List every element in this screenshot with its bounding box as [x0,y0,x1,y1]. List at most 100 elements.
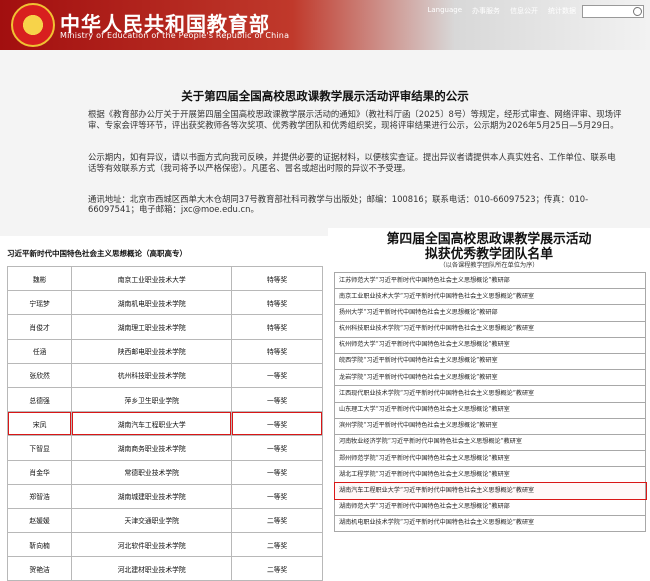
awards-title: 习近平新时代中国特色社会主义思想概论（高职高专） [7,249,187,258]
list-item: 湖南机电职业技术学院“习近平新时代中国特色社会主义思想概论”教研室 [334,514,646,533]
award-cell: 一等奖 [231,435,323,461]
team-cell: 杭州师范大学“习近平新时代中国特色社会主义思想概论”教研室 [334,336,646,354]
table-row: 总德强 萍乡卫生职业学院 一等奖 [6,386,323,413]
teams-panel: 第四届全国高校思政课教学展示活动 拟获优秀教学团队名单 （以各课程教学团队所在单… [328,228,650,533]
team-cell: 江西现代职业技术学院“习近平新时代中国特色社会主义思想概论”教研室 [334,385,646,403]
school-cell: 湖南城建职业技术学院 [71,483,233,509]
school-cell: 萍乡卫生职业学院 [71,386,233,413]
team-cell: 龙岩学院“习近平新时代中国特色社会主义思想概论”教研室 [334,369,646,387]
list-item: 杭州师范大学“习近平新时代中国特色社会主义思想概论”教研室 [334,336,646,354]
school-cell: 河北软件职业技术学院 [71,532,233,558]
award-cell: 二等奖 [231,532,323,558]
list-item: 江苏师范大学“习近平新时代中国特色社会主义思想概论”教研部 [334,271,646,290]
awards-panel: 习近平新时代中国特色社会主义思想概论（高职高专） 魏彬 南京工业职业技术大学 特等奖… [3,242,323,581]
site-subtitle: Ministry of Education of the People's Re… [60,31,290,40]
award-cell: 特等奖 [231,338,323,364]
notice-paragraph-1: 根据《教育部办公厅关于开展第四届全国高校思政课教学展示活动的通知》（教社科厅函〔… [88,109,622,130]
award-cell: 特等奖 [231,314,323,340]
national-emblem-icon [11,3,55,47]
table-row: 张欣然 杭州科技职业技术学院 一等奖 [6,362,323,388]
name-cell: 下智显 [6,435,73,461]
site-header: 中华人民共和国教育部 Ministry of Education of the … [0,0,650,50]
table-row: 下智显 湖南商务职业技术学院 一等奖 [6,435,323,461]
list-item: 江西现代职业技术学院“习近平新时代中国特色社会主义思想概论”教研室 [334,385,646,403]
award-cell: 一等奖 [231,362,323,388]
table-row-highlighted: 宋凤 湖南汽车工程职业大学 一等奖 [6,411,323,437]
school-cell: 湖南商务职业技术学院 [71,435,233,461]
list-item: 扬州大学“习近平新时代中国特色社会主义思想概论”教研部 [334,304,646,322]
list-item: 河南牧业经济学院“习近平新时代中国特色社会主义思想概论”教研室 [334,433,646,452]
award-cell: 特等奖 [231,265,323,292]
table-row: 魏彬 南京工业职业技术大学 特等奖 [6,265,323,292]
award-cell: 二等奖 [231,556,323,581]
name-cell: 肖俊才 [6,314,73,340]
search-input[interactable] [582,5,644,18]
page-title: 关于第四届全国高校思政课教学展示活动评审结果的公示 [181,89,469,103]
list-item: 滨州学院“习近平新时代中国特色社会主义思想概论”教研室 [334,417,646,435]
name-cell: 赵媛媛 [6,507,73,534]
award-cell: 一等奖 [231,459,323,485]
team-cell: 南京工业职业技术大学“习近平新时代中国特色社会主义思想概论”教研室 [334,288,646,306]
table-row: 赵媛媛 天津交通职业学院 二等奖 [6,507,323,534]
name-cell: 郑智浩 [6,483,73,509]
table-row: 肖金华 常德职业技术学院 一等奖 [6,459,323,485]
table-row: 郑智浩 湖南城建职业技术学院 一等奖 [6,483,323,509]
team-cell: 杭州科技职业技术学院“习近平新时代中国特色社会主义思想概论”教研室 [334,320,646,338]
top-links: Language 办事服务 信息公开 统计数据 [427,6,576,16]
school-cell: 常德职业技术学院 [71,459,233,485]
list-item: 南京工业职业技术大学“习近平新时代中国特色社会主义思想概论”教研室 [334,288,646,306]
search-icon[interactable] [633,7,642,16]
list-item: 龙岩学院“习近平新时代中国特色社会主义思想概论”教研室 [334,369,646,387]
name-cell: 宋凤 [6,411,73,437]
team-cell: 滨州学院“习近平新时代中国特色社会主义思想概论”教研室 [334,417,646,435]
award-cell: 一等奖 [231,386,323,413]
list-item-highlighted: 湖南汽车工程职业大学“习近平新时代中国特色社会主义思想概论”教研室 [333,481,647,501]
name-cell: 靳向楠 [6,532,73,558]
school-cell: 河北建材职业技术学院 [71,556,233,581]
table-row: 靳向楠 河北软件职业技术学院 二等奖 [6,532,323,558]
award-cell: 二等奖 [231,507,323,534]
school-cell: 湖南汽车工程职业大学 [71,411,233,437]
school-cell: 陕西邮电职业技术学院 [71,338,233,364]
team-cell: 山东理工大学“习近平新时代中国特色社会主义思想概论”教研室 [334,401,646,419]
awards-table: 魏彬 南京工业职业技术大学 特等奖 宁瑶梦 湖南机电职业技术学院 特等奖 肖俊才 湖南理工… [6,265,323,581]
name-cell: 肖金华 [6,459,73,485]
top-link-language[interactable]: Language [427,6,462,16]
award-cell: 一等奖 [231,411,323,437]
list-item: 杭州科技职业技术学院“习近平新时代中国特色社会主义思想概论”教研室 [334,320,646,338]
teams-note: （以各课程教学团队所在单位为序） [439,262,539,269]
contact-info: 通讯地址：北京市西城区西单大木仓胡同37号教育部社科司教学与出版处；邮编：100… [88,194,589,214]
name-cell: 任涵 [6,338,73,364]
name-cell: 宁瑶梦 [6,290,73,316]
school-cell: 湖南机电职业技术学院 [71,290,233,316]
list-item: 湖南师范大学“习近平新时代中国特色社会主义思想概论”教研部 [334,498,646,516]
team-cell: 江苏师范大学“习近平新时代中国特色社会主义思想概论”教研部 [334,271,646,290]
team-cell: 皖西学院“习近平新时代中国特色社会主义思想概论”教研室 [334,352,646,371]
school-cell: 南京工业职业技术大学 [71,265,233,292]
list-item: 郑州师范学院“习近平新时代中国特色社会主义思想概论”教研室 [334,450,646,468]
team-cell: 河南牧业经济学院“习近平新时代中国特色社会主义思想概论”教研室 [334,433,646,452]
team-cell: 湖南机电职业技术学院“习近平新时代中国特色社会主义思想概论”教研室 [334,514,646,533]
top-link-services[interactable]: 办事服务 [472,6,500,16]
team-cell: 郑州师范学院“习近平新时代中国特色社会主义思想概论”教研室 [334,450,646,468]
team-cell: 湖南汽车工程职业大学“习近平新时代中国特色社会主义思想概论”教研室 [333,481,647,501]
school-cell: 杭州科技职业技术学院 [71,362,233,388]
list-item: 湖北工程学院“习近平新时代中国特色社会主义思想概论”教研室 [334,466,646,484]
school-cell: 天津交通职业学院 [71,507,233,534]
teams-table: 江苏师范大学“习近平新时代中国特色社会主义思想概论”教研部 南京工业职业技术大学… [333,271,647,533]
top-link-stats[interactable]: 统计数据 [548,6,576,16]
table-row: 肖俊才 湖南理工职业技术学院 特等奖 [6,314,323,340]
top-link-public-info[interactable]: 信息公开 [510,6,538,16]
award-cell: 一等奖 [231,483,323,509]
name-cell: 魏彬 [6,265,73,292]
team-cell: 扬州大学“习近平新时代中国特色社会主义思想概论”教研部 [334,304,646,322]
name-cell: 贺艳洁 [6,556,73,581]
table-row: 宁瑶梦 湖南机电职业技术学院 特等奖 [6,290,323,316]
notice-paragraph-2: 公示期内，如有异议，请以书面方式向我司反映，并提供必要的证据材料，以便核实查证。… [88,152,616,173]
team-cell: 湖北工程学院“习近平新时代中国特色社会主义思想概论”教研室 [334,466,646,484]
list-item: 皖西学院“习近平新时代中国特色社会主义思想概论”教研室 [334,352,646,371]
name-cell: 张欣然 [6,362,73,388]
table-row: 任涵 陕西邮电职业技术学院 特等奖 [6,338,323,364]
table-row: 贺艳洁 河北建材职业技术学院 二等奖 [6,556,323,581]
name-cell: 总德强 [6,386,73,413]
